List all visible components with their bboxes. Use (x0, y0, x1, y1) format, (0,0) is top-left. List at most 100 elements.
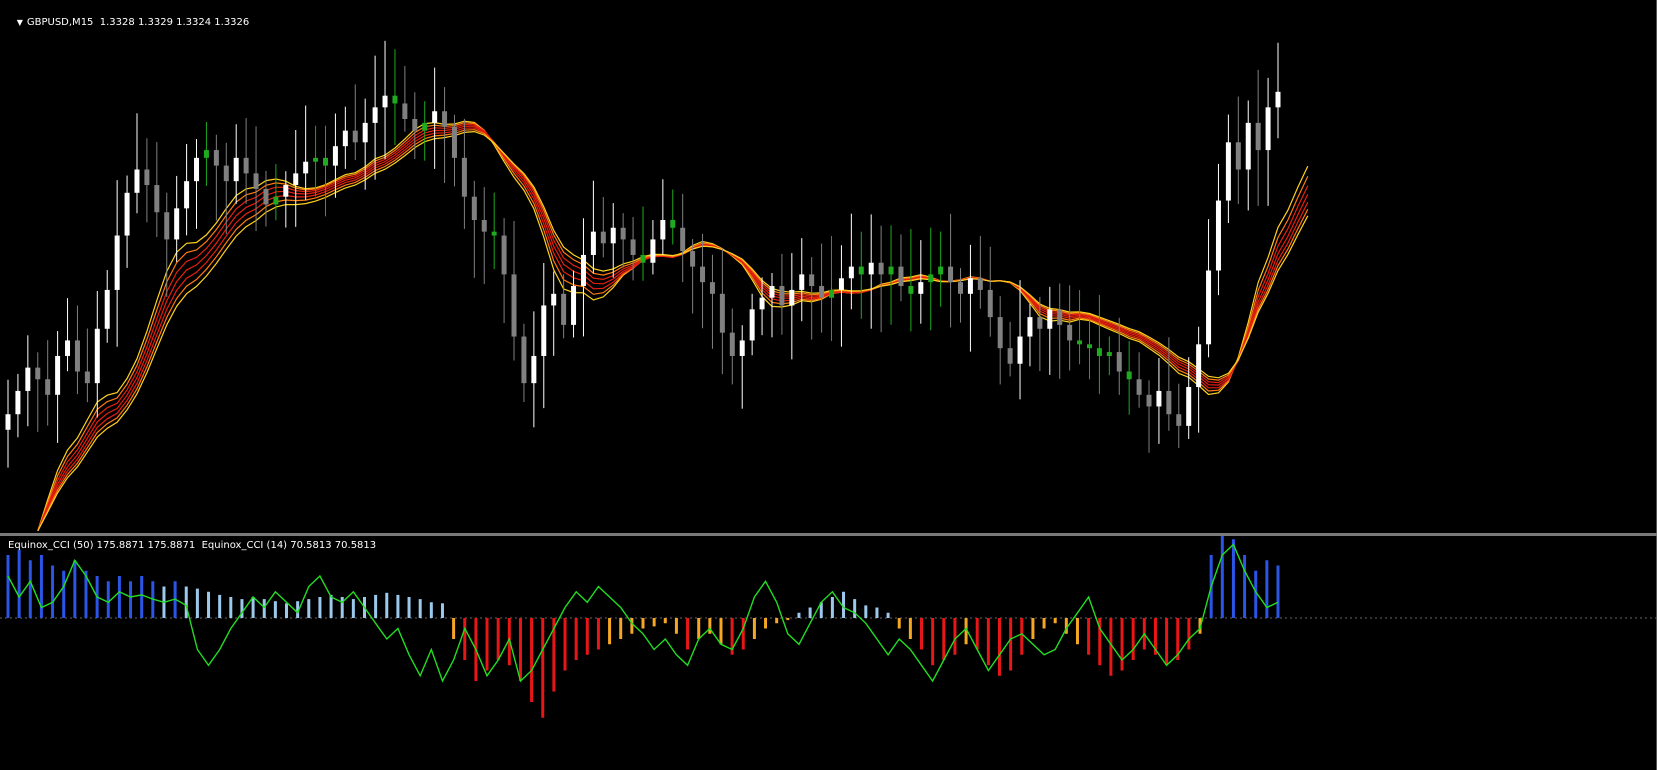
candle-body (700, 266, 706, 283)
cci-bar (1187, 618, 1191, 650)
cci-bar (897, 618, 901, 629)
cci-bar (262, 599, 266, 618)
cci-bar (307, 599, 311, 618)
candle (958, 268, 963, 323)
cci-bar (752, 618, 756, 639)
candle (323, 125, 328, 217)
candle (1215, 163, 1221, 296)
cci-bar (496, 618, 500, 660)
indicator-pane[interactable] (0, 536, 1657, 770)
cci-bar (1075, 618, 1079, 645)
price-chart-pane[interactable] (0, 0, 1657, 533)
cci-bar (17, 549, 21, 618)
candle-body (789, 289, 795, 306)
candle-body (650, 239, 656, 263)
price-chart-canvas[interactable] (0, 0, 1657, 533)
candle-body (749, 309, 755, 341)
candle-body (471, 196, 477, 220)
cci-bar (997, 618, 1001, 676)
candle (372, 55, 378, 180)
candle (640, 206, 646, 281)
candle (184, 143, 190, 236)
ma-line-4 (37, 125, 1309, 532)
cci-bar (1120, 618, 1124, 671)
candle (1047, 286, 1053, 375)
candle-body (362, 122, 368, 143)
candle-body (967, 278, 973, 294)
candle-body (1106, 352, 1112, 356)
candle (819, 243, 825, 333)
candle-body (878, 262, 884, 275)
candle (888, 225, 894, 325)
cci-bar (786, 618, 790, 621)
cci-bar (1009, 618, 1013, 671)
cci-bar (329, 594, 333, 618)
candle-body (164, 212, 170, 240)
cci-bar (51, 565, 55, 618)
candle (660, 179, 666, 256)
cci-bar (1243, 555, 1247, 618)
candle (918, 240, 924, 324)
candle-body (372, 107, 378, 123)
candle (1136, 352, 1142, 408)
cci-bar (853, 599, 857, 618)
candle (670, 189, 676, 245)
cci-bar (374, 594, 378, 618)
candle (541, 263, 547, 409)
candle-body (1245, 122, 1251, 170)
candle-body (194, 157, 200, 182)
candle (610, 203, 616, 278)
candle (45, 340, 51, 426)
candle (1126, 341, 1132, 415)
cci-histogram (6, 536, 1280, 718)
candle-body (571, 286, 577, 325)
candle-body (55, 355, 61, 395)
candle (799, 238, 805, 322)
cci-bar (663, 618, 667, 624)
candle-body (1166, 390, 1172, 415)
candle-body (273, 196, 279, 205)
candle-body (25, 367, 31, 391)
candle (94, 290, 100, 418)
cci-bar (908, 618, 912, 639)
candle (233, 124, 239, 204)
candle-body (303, 161, 309, 174)
candle-body (481, 220, 487, 232)
candle (283, 171, 289, 228)
cci-bar (351, 599, 355, 618)
cci-bar (942, 618, 946, 660)
candle-body (610, 227, 616, 244)
candle (948, 213, 954, 328)
cci-bar (1020, 618, 1024, 655)
chart-window[interactable]: ▼ GBPUSD,M15 1.3328 1.3329 1.3324 1.3326 … (0, 0, 1657, 770)
candle (402, 65, 408, 132)
candle-body (531, 355, 537, 384)
candle-body (233, 157, 239, 182)
candle-body (84, 371, 90, 384)
cci-bar (318, 597, 322, 618)
symbol-ohlc-label: GBPUSD,M15 1.3328 1.3329 1.3324 1.3326 (26, 17, 250, 28)
indicator-canvas[interactable] (0, 536, 1657, 770)
candle-body (243, 157, 249, 174)
candle-body (918, 282, 924, 294)
candle-body (600, 231, 606, 244)
candle (600, 196, 606, 258)
cci-bar (541, 618, 545, 718)
candle-body (144, 169, 150, 186)
cci-bar (340, 597, 344, 618)
cci-bar (485, 618, 489, 671)
cci-bar (73, 560, 77, 618)
cci-bar (975, 618, 979, 650)
candle (1057, 283, 1063, 379)
candle-body (342, 130, 348, 147)
candle-body (45, 379, 51, 395)
chart-menu-icon[interactable]: ▼ (17, 17, 23, 29)
candle-body (1265, 107, 1271, 151)
candle (580, 218, 586, 337)
candle (1186, 357, 1192, 440)
candle-body (1176, 414, 1182, 426)
candle-body (819, 286, 825, 298)
candle (15, 373, 21, 438)
candle-body (461, 157, 467, 197)
candle (313, 125, 319, 197)
